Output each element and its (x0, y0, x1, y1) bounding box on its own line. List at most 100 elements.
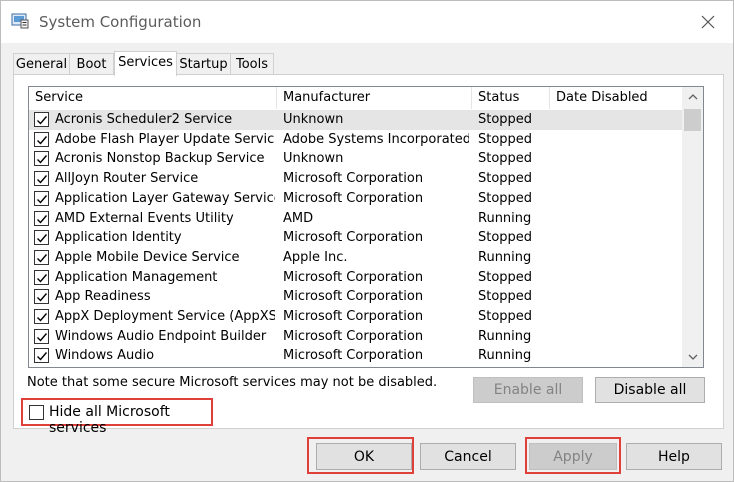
ok-button[interactable]: OK (316, 443, 412, 470)
status-cell: Stopped (478, 230, 533, 246)
checkmark-icon (37, 273, 48, 283)
checkmark-icon (37, 175, 48, 184)
service-name-cell: AMD External Events Utility (55, 210, 234, 226)
service-name-cell: Application Management (55, 269, 218, 285)
table-row[interactable]: Application Identity Microsoft Corporatio… (29, 228, 682, 248)
column-header-status[interactable]: Status (472, 87, 550, 109)
service-checkbox[interactable] (34, 309, 49, 324)
manufacturer-cell: Microsoft Corporation (283, 190, 424, 206)
scroll-up-button[interactable] (682, 87, 703, 107)
column-header-date-disabled[interactable]: Date Disabled (550, 87, 682, 109)
title-bar: System Configuration (1, 1, 733, 43)
manufacturer-cell: Adobe Systems Incorporated (283, 131, 469, 147)
manufacturer-cell: AMD (283, 210, 314, 226)
checkmark-icon (37, 253, 48, 263)
checkmark-icon (37, 155, 48, 164)
scroll-down-button[interactable] (682, 347, 703, 367)
checkmark-icon (37, 135, 48, 145)
manufacturer-cell: Unknown (283, 151, 344, 167)
service-checkbox[interactable] (34, 289, 49, 305)
hide-microsoft-services-label[interactable]: Hide all Microsoft services (49, 404, 211, 436)
table-row[interactable]: AllJoyn Router Service Microsoft Corporat… (29, 169, 682, 189)
tab-general[interactable]: General (13, 53, 70, 75)
manufacturer-cell: Microsoft Corporation (283, 230, 424, 246)
table-row[interactable]: Adobe Flash Player Update Service Adobe S… (29, 130, 682, 150)
service-checkbox[interactable] (34, 151, 49, 167)
cancel-button[interactable]: Cancel (420, 443, 516, 470)
hide-microsoft-services-checkbox[interactable] (29, 405, 44, 420)
service-name-cell: Windows Audio Endpoint Builder (55, 328, 267, 344)
tab-tools[interactable]: Tools (230, 53, 274, 75)
services-list[interactable]: Service Manufacturer Status Date Disable… (28, 86, 704, 368)
service-name-cell: AppX Deployment Service (AppXS... (55, 309, 275, 324)
service-checkbox[interactable] (34, 348, 49, 364)
hide-microsoft-services-highlight: Hide all Microsoft services (21, 398, 213, 436)
status-cell: Running (478, 348, 532, 364)
table-row[interactable]: AppX Deployment Service (AppXS... Microso… (29, 307, 682, 327)
manufacturer-cell: Microsoft Corporation (283, 309, 424, 324)
manufacturer-cell: Microsoft Corporation (283, 348, 424, 364)
window-title: System Configuration (39, 13, 202, 31)
checkmark-icon (37, 194, 48, 204)
tab-boot[interactable]: Boot (69, 53, 114, 75)
column-header-manufacturer[interactable]: Manufacturer (277, 87, 472, 109)
chevron-up-icon (688, 94, 697, 100)
service-checkbox[interactable] (34, 210, 49, 226)
service-name-cell: Acronis Nonstop Backup Service (55, 151, 265, 167)
checkmark-icon (37, 293, 48, 302)
tab-services[interactable]: Services (114, 51, 177, 76)
tab-startup[interactable]: Startup (176, 53, 231, 75)
help-button[interactable]: Help (626, 443, 722, 470)
status-cell: Running (478, 249, 532, 265)
table-row[interactable]: Apple Mobile Device Service Apple Inc. Run… (29, 248, 682, 268)
status-cell: Stopped (478, 131, 533, 147)
status-cell: Stopped (478, 171, 533, 187)
manufacturer-cell: Apple Inc. (283, 249, 348, 265)
close-button[interactable] (691, 5, 725, 39)
service-checkbox[interactable] (34, 131, 49, 147)
scroll-thumb[interactable] (684, 109, 701, 131)
service-checkbox[interactable] (34, 171, 49, 187)
services-panel: Service Manufacturer Status Date Disable… (13, 74, 724, 429)
service-checkbox[interactable] (34, 112, 49, 127)
table-row[interactable]: AMD External Events Utility AMD Running (29, 209, 682, 229)
checkmark-icon (37, 313, 48, 322)
apply-button[interactable]: Apply (529, 443, 617, 470)
service-name-cell: Acronis Scheduler2 Service (55, 112, 233, 127)
table-row[interactable]: Acronis Scheduler2 Service Unknown Stopped (29, 110, 682, 130)
table-row[interactable]: Acronis Nonstop Backup Service Unknown Sto… (29, 149, 682, 169)
table-row[interactable]: Windows Audio Microsoft Corporation Runnin… (29, 346, 682, 366)
service-name-cell: Application Layer Gateway Service (55, 190, 275, 206)
checkmark-icon (37, 234, 48, 243)
service-checkbox[interactable] (34, 190, 49, 206)
checkmark-icon (37, 214, 48, 224)
service-name-cell: Apple Mobile Device Service (55, 249, 240, 265)
chevron-down-icon (688, 354, 697, 360)
manufacturer-cell: Microsoft Corporation (283, 269, 424, 285)
status-cell: Stopped (478, 269, 533, 285)
disable-all-button[interactable]: Disable all (595, 377, 705, 403)
table-row[interactable]: Application Layer Gateway Service Microso… (29, 189, 682, 209)
manufacturer-cell: Microsoft Corporation (283, 171, 424, 187)
service-name-cell: AllJoyn Router Service (55, 171, 199, 187)
status-cell: Running (478, 210, 532, 226)
manufacturer-cell: Microsoft Corporation (283, 328, 424, 344)
secure-services-note: Note that some secure Microsoft services… (27, 375, 438, 390)
service-name-cell: Windows Audio (55, 348, 155, 364)
service-checkbox[interactable] (34, 249, 49, 265)
table-row[interactable]: Windows Audio Endpoint Builder Microsoft … (29, 327, 682, 347)
service-name-cell: App Readiness (55, 289, 151, 305)
manufacturer-cell: Unknown (283, 112, 344, 127)
status-cell: Running (478, 328, 532, 344)
service-checkbox[interactable] (34, 328, 49, 344)
enable-all-button[interactable]: Enable all (473, 377, 583, 403)
table-row[interactable]: Application Management Microsoft Corporat… (29, 268, 682, 288)
vertical-scrollbar[interactable] (682, 87, 703, 367)
service-checkbox[interactable] (34, 269, 49, 285)
checkmark-icon (37, 116, 48, 125)
column-header-service[interactable]: Service (29, 87, 277, 109)
status-cell: Stopped (478, 190, 533, 206)
service-checkbox[interactable] (34, 230, 49, 246)
table-row[interactable]: App Readiness Microsoft Corporation Stoppe… (29, 287, 682, 307)
list-header: Service Manufacturer Status Date Disable… (29, 87, 682, 109)
